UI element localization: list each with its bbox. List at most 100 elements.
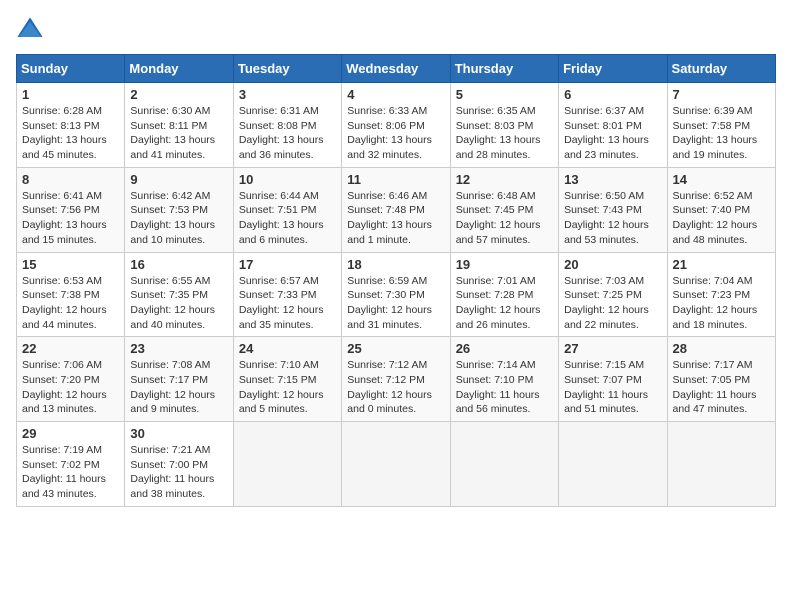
day-info: Sunrise: 7:04 AM Sunset: 7:23 PM Dayligh…: [673, 274, 770, 333]
day-info: Sunrise: 6:39 AM Sunset: 7:58 PM Dayligh…: [673, 104, 770, 163]
day-number: 17: [239, 257, 336, 272]
calendar-cell: [342, 422, 450, 507]
calendar-cell: 28 Sunrise: 7:17 AM Sunset: 7:05 PM Dayl…: [667, 337, 775, 422]
day-info: Sunrise: 7:17 AM Sunset: 7:05 PM Dayligh…: [673, 358, 770, 417]
day-info: Sunrise: 6:35 AM Sunset: 8:03 PM Dayligh…: [456, 104, 553, 163]
calendar-cell: [559, 422, 667, 507]
day-info: Sunrise: 7:12 AM Sunset: 7:12 PM Dayligh…: [347, 358, 444, 417]
calendar-header-row: SundayMondayTuesdayWednesdayThursdayFrid…: [17, 55, 776, 83]
day-number: 6: [564, 87, 661, 102]
calendar-cell: [233, 422, 341, 507]
day-number: 19: [456, 257, 553, 272]
day-number: 5: [456, 87, 553, 102]
calendar-cell: 16 Sunrise: 6:55 AM Sunset: 7:35 PM Dayl…: [125, 252, 233, 337]
calendar-cell: 23 Sunrise: 7:08 AM Sunset: 7:17 PM Dayl…: [125, 337, 233, 422]
calendar-cell: 17 Sunrise: 6:57 AM Sunset: 7:33 PM Dayl…: [233, 252, 341, 337]
day-number: 21: [673, 257, 770, 272]
calendar-cell: 20 Sunrise: 7:03 AM Sunset: 7:25 PM Dayl…: [559, 252, 667, 337]
day-info: Sunrise: 7:19 AM Sunset: 7:02 PM Dayligh…: [22, 443, 119, 502]
day-info: Sunrise: 7:01 AM Sunset: 7:28 PM Dayligh…: [456, 274, 553, 333]
day-info: Sunrise: 6:44 AM Sunset: 7:51 PM Dayligh…: [239, 189, 336, 248]
day-header-thursday: Thursday: [450, 55, 558, 83]
day-number: 23: [130, 341, 227, 356]
day-number: 13: [564, 172, 661, 187]
day-info: Sunrise: 6:50 AM Sunset: 7:43 PM Dayligh…: [564, 189, 661, 248]
day-info: Sunrise: 7:06 AM Sunset: 7:20 PM Dayligh…: [22, 358, 119, 417]
calendar-week-row: 15 Sunrise: 6:53 AM Sunset: 7:38 PM Dayl…: [17, 252, 776, 337]
calendar-cell: 14 Sunrise: 6:52 AM Sunset: 7:40 PM Dayl…: [667, 167, 775, 252]
day-info: Sunrise: 6:28 AM Sunset: 8:13 PM Dayligh…: [22, 104, 119, 163]
day-info: Sunrise: 7:14 AM Sunset: 7:10 PM Dayligh…: [456, 358, 553, 417]
day-info: Sunrise: 6:37 AM Sunset: 8:01 PM Dayligh…: [564, 104, 661, 163]
logo-icon: [16, 16, 44, 44]
calendar-cell: 1 Sunrise: 6:28 AM Sunset: 8:13 PM Dayli…: [17, 83, 125, 168]
calendar-cell: 8 Sunrise: 6:41 AM Sunset: 7:56 PM Dayli…: [17, 167, 125, 252]
day-info: Sunrise: 7:15 AM Sunset: 7:07 PM Dayligh…: [564, 358, 661, 417]
day-number: 1: [22, 87, 119, 102]
logo: [16, 16, 48, 44]
calendar-cell: 10 Sunrise: 6:44 AM Sunset: 7:51 PM Dayl…: [233, 167, 341, 252]
calendar-cell: 7 Sunrise: 6:39 AM Sunset: 7:58 PM Dayli…: [667, 83, 775, 168]
day-header-sunday: Sunday: [17, 55, 125, 83]
day-info: Sunrise: 6:33 AM Sunset: 8:06 PM Dayligh…: [347, 104, 444, 163]
calendar-cell: 13 Sunrise: 6:50 AM Sunset: 7:43 PM Dayl…: [559, 167, 667, 252]
day-info: Sunrise: 6:55 AM Sunset: 7:35 PM Dayligh…: [130, 274, 227, 333]
day-number: 7: [673, 87, 770, 102]
day-info: Sunrise: 6:42 AM Sunset: 7:53 PM Dayligh…: [130, 189, 227, 248]
day-info: Sunrise: 7:21 AM Sunset: 7:00 PM Dayligh…: [130, 443, 227, 502]
day-info: Sunrise: 6:31 AM Sunset: 8:08 PM Dayligh…: [239, 104, 336, 163]
day-number: 11: [347, 172, 444, 187]
calendar-cell: 15 Sunrise: 6:53 AM Sunset: 7:38 PM Dayl…: [17, 252, 125, 337]
calendar-cell: [450, 422, 558, 507]
day-info: Sunrise: 7:03 AM Sunset: 7:25 PM Dayligh…: [564, 274, 661, 333]
page-header: [16, 16, 776, 44]
day-info: Sunrise: 6:52 AM Sunset: 7:40 PM Dayligh…: [673, 189, 770, 248]
calendar-cell: 2 Sunrise: 6:30 AM Sunset: 8:11 PM Dayli…: [125, 83, 233, 168]
day-number: 4: [347, 87, 444, 102]
day-info: Sunrise: 6:46 AM Sunset: 7:48 PM Dayligh…: [347, 189, 444, 248]
day-info: Sunrise: 6:59 AM Sunset: 7:30 PM Dayligh…: [347, 274, 444, 333]
calendar-table: SundayMondayTuesdayWednesdayThursdayFrid…: [16, 54, 776, 507]
calendar-cell: 26 Sunrise: 7:14 AM Sunset: 7:10 PM Dayl…: [450, 337, 558, 422]
day-number: 12: [456, 172, 553, 187]
calendar-week-row: 1 Sunrise: 6:28 AM Sunset: 8:13 PM Dayli…: [17, 83, 776, 168]
calendar-cell: 5 Sunrise: 6:35 AM Sunset: 8:03 PM Dayli…: [450, 83, 558, 168]
day-info: Sunrise: 6:53 AM Sunset: 7:38 PM Dayligh…: [22, 274, 119, 333]
calendar-cell: 22 Sunrise: 7:06 AM Sunset: 7:20 PM Dayl…: [17, 337, 125, 422]
day-number: 16: [130, 257, 227, 272]
day-number: 2: [130, 87, 227, 102]
calendar-cell: 27 Sunrise: 7:15 AM Sunset: 7:07 PM Dayl…: [559, 337, 667, 422]
day-number: 10: [239, 172, 336, 187]
day-number: 27: [564, 341, 661, 356]
day-header-monday: Monday: [125, 55, 233, 83]
day-number: 18: [347, 257, 444, 272]
calendar-cell: 25 Sunrise: 7:12 AM Sunset: 7:12 PM Dayl…: [342, 337, 450, 422]
day-info: Sunrise: 7:10 AM Sunset: 7:15 PM Dayligh…: [239, 358, 336, 417]
calendar-cell: 30 Sunrise: 7:21 AM Sunset: 7:00 PM Dayl…: [125, 422, 233, 507]
calendar-cell: 24 Sunrise: 7:10 AM Sunset: 7:15 PM Dayl…: [233, 337, 341, 422]
calendar-cell: 9 Sunrise: 6:42 AM Sunset: 7:53 PM Dayli…: [125, 167, 233, 252]
day-number: 29: [22, 426, 119, 441]
calendar-cell: 3 Sunrise: 6:31 AM Sunset: 8:08 PM Dayli…: [233, 83, 341, 168]
day-number: 8: [22, 172, 119, 187]
day-header-friday: Friday: [559, 55, 667, 83]
day-number: 25: [347, 341, 444, 356]
calendar-week-row: 22 Sunrise: 7:06 AM Sunset: 7:20 PM Dayl…: [17, 337, 776, 422]
calendar-cell: 11 Sunrise: 6:46 AM Sunset: 7:48 PM Dayl…: [342, 167, 450, 252]
calendar-week-row: 8 Sunrise: 6:41 AM Sunset: 7:56 PM Dayli…: [17, 167, 776, 252]
day-number: 28: [673, 341, 770, 356]
day-number: 3: [239, 87, 336, 102]
day-number: 9: [130, 172, 227, 187]
calendar-week-row: 29 Sunrise: 7:19 AM Sunset: 7:02 PM Dayl…: [17, 422, 776, 507]
day-number: 24: [239, 341, 336, 356]
day-info: Sunrise: 6:30 AM Sunset: 8:11 PM Dayligh…: [130, 104, 227, 163]
day-info: Sunrise: 6:48 AM Sunset: 7:45 PM Dayligh…: [456, 189, 553, 248]
day-header-saturday: Saturday: [667, 55, 775, 83]
day-header-wednesday: Wednesday: [342, 55, 450, 83]
day-info: Sunrise: 7:08 AM Sunset: 7:17 PM Dayligh…: [130, 358, 227, 417]
calendar-cell: 6 Sunrise: 6:37 AM Sunset: 8:01 PM Dayli…: [559, 83, 667, 168]
day-number: 22: [22, 341, 119, 356]
day-number: 30: [130, 426, 227, 441]
day-info: Sunrise: 6:57 AM Sunset: 7:33 PM Dayligh…: [239, 274, 336, 333]
calendar-cell: [667, 422, 775, 507]
